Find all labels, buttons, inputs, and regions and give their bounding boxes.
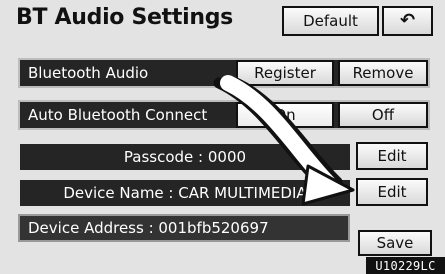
auto-connect-off-button[interactable]: Off [338,102,428,128]
bt-audio-settings-screen: BT Audio Settings Default ↶ Bluetooth Au… [0,0,445,274]
passcode-label: Passcode : 0000 [123,148,247,166]
passcode-row: Passcode : 0000 [20,144,350,170]
passcode-edit-button[interactable]: Edit [356,142,428,170]
page-title: BT Audio Settings [16,5,233,30]
figure-code-label: U10229LC [366,257,445,274]
remove-button[interactable]: Remove [338,60,428,86]
device-name-row: Device Name : CAR MULTIMEDIA [20,180,350,206]
device-name-edit-button[interactable]: Edit [356,178,428,206]
auto-connect-on-button[interactable]: On [236,102,334,128]
register-button[interactable]: Register [236,60,334,86]
save-button[interactable]: Save [358,230,432,256]
back-button[interactable]: ↶ [382,6,433,36]
bluetooth-audio-label: Bluetooth Audio [28,64,149,82]
device-address-row: Device Address : 001bfb520697 [18,214,350,242]
device-name-label: Device Name : CAR MULTIMEDIA [63,184,307,202]
default-button[interactable]: Default [282,6,379,36]
auto-bluetooth-connect-label: Auto Bluetooth Connect [28,106,208,124]
back-arrow-icon: ↶ [399,10,416,31]
device-address-label: Device Address : 001bfb520697 [28,219,269,237]
